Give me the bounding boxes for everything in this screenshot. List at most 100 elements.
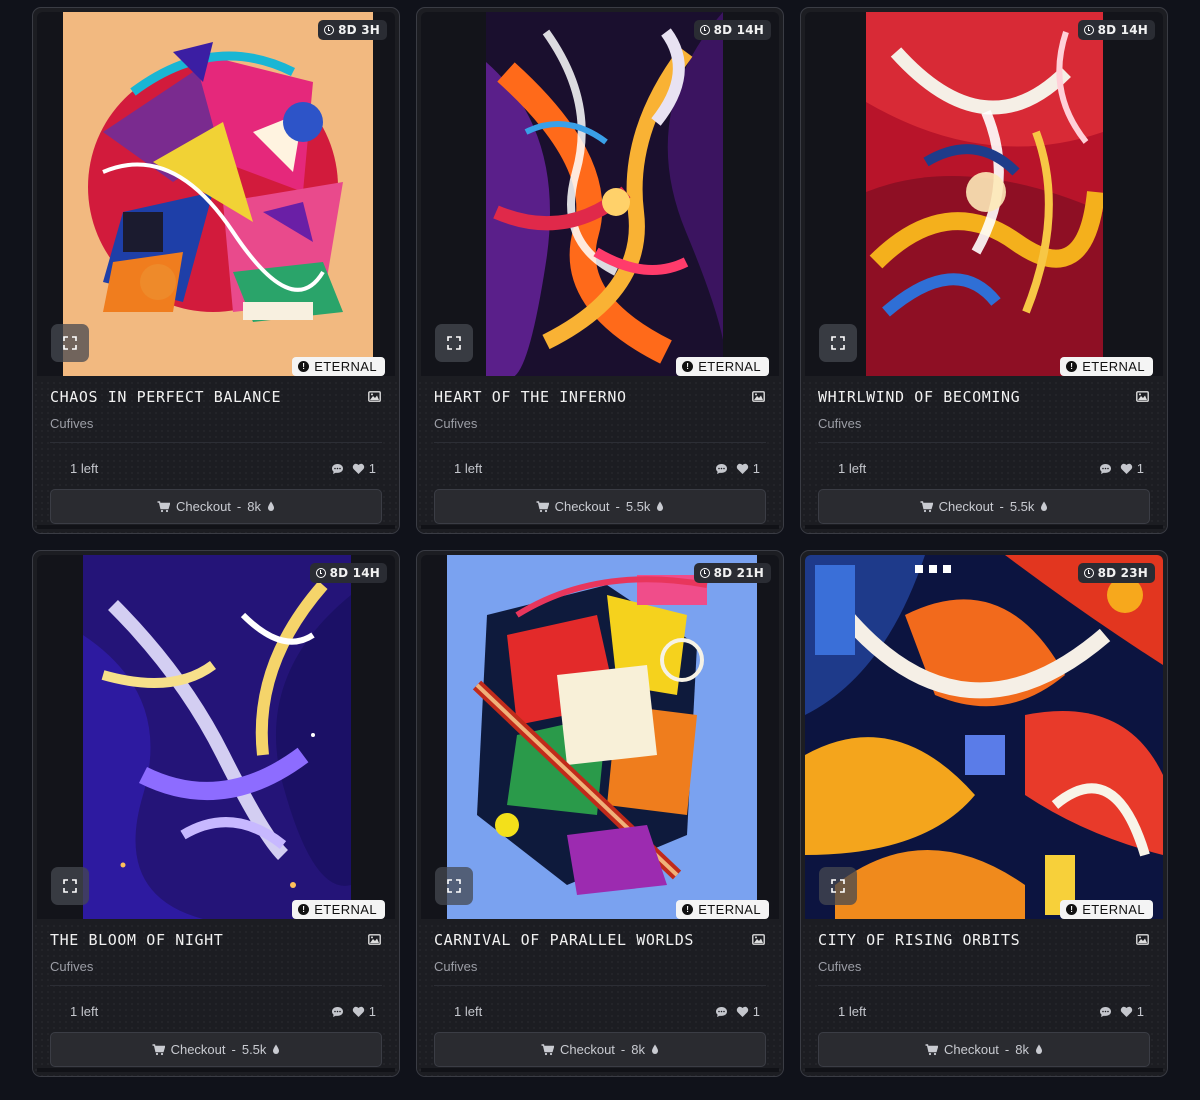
timer-text: 8D 14H: [713, 23, 764, 37]
artwork-card[interactable]: 8D 14H ! ETERNAL THE BLOOM OF NIGHT Cufiv…: [32, 550, 400, 1077]
divider: [818, 442, 1150, 443]
divider: [818, 985, 1150, 986]
checkout-button[interactable]: Checkout - 8k: [818, 1032, 1150, 1067]
clock-icon: [1083, 568, 1094, 578]
checkout-separator: -: [236, 499, 242, 514]
drop-icon: [1041, 501, 1048, 511]
artwork-card[interactable]: 8D 14H ! ETERNAL WHIRLWIND OF BECOMING Cu…: [800, 7, 1168, 534]
artwork-image[interactable]: [447, 555, 757, 919]
checkout-label: Checkout: [554, 499, 610, 514]
artwork-media[interactable]: 8D 14H: [805, 12, 1163, 376]
comment-icon[interactable]: [331, 1006, 344, 1018]
likes[interactable]: 1: [736, 1004, 760, 1019]
artwork-media[interactable]: 8D 23H: [805, 555, 1163, 919]
divider: [50, 985, 382, 986]
likes[interactable]: 1: [352, 461, 376, 476]
checkout-button[interactable]: Checkout - 5.5k: [818, 489, 1150, 524]
image-icon: [752, 934, 765, 945]
artwork-image[interactable]: [63, 12, 373, 376]
comment-icon[interactable]: [715, 463, 728, 475]
edition-badge: ! ETERNAL: [676, 900, 769, 919]
checkout-label: Checkout: [560, 1042, 615, 1057]
edition-badge: ! ETERNAL: [676, 357, 769, 376]
artwork-card[interactable]: 8D 14H ! ETERNAL HEART OF THE INFERNO Cuf…: [416, 7, 784, 534]
editions-left: 1 left: [838, 461, 867, 476]
checkout-separator: -: [620, 1042, 626, 1057]
card-footer-bar: [805, 1068, 1163, 1072]
artwork-card[interactable]: 8D 3H ! ETERNAL CHAOS IN PERFECT BALANCE …: [32, 7, 400, 534]
badge-text: ETERNAL: [1082, 902, 1145, 917]
artwork-title[interactable]: CARNIVAL OF PARALLEL WORLDS: [434, 931, 694, 949]
time-remaining: 8D 3H: [318, 20, 387, 40]
artwork-image[interactable]: [866, 12, 1103, 376]
expand-button[interactable]: [435, 867, 473, 905]
artwork-title[interactable]: CITY OF RISING ORBITS: [818, 931, 1020, 949]
editions-left: 1 left: [70, 461, 99, 476]
checkout-button[interactable]: Checkout - 8k: [434, 1032, 766, 1067]
checkout-button[interactable]: Checkout - 5.5k: [50, 1032, 382, 1067]
likes[interactable]: 1: [1120, 461, 1144, 476]
card-info: CARNIVAL OF PARALLEL WORLDS Cufives 1 le…: [417, 923, 783, 1076]
artwork-media[interactable]: 8D 14H: [421, 12, 779, 376]
artwork-title[interactable]: CHAOS IN PERFECT BALANCE: [50, 388, 281, 406]
drop-icon: [273, 1044, 280, 1054]
comment-icon[interactable]: [1099, 1006, 1112, 1018]
artwork-image[interactable]: [83, 555, 351, 919]
card-footer-bar: [421, 1068, 779, 1072]
heart-icon: [736, 1006, 748, 1017]
badge-text: ETERNAL: [314, 902, 377, 917]
expand-button[interactable]: [819, 324, 857, 362]
card-stats: 1: [715, 461, 760, 476]
likes-count: 1: [752, 461, 760, 476]
checkout-button[interactable]: Checkout - 5.5k: [434, 489, 766, 524]
artist-name[interactable]: Cufives: [818, 959, 861, 974]
likes[interactable]: 1: [736, 461, 760, 476]
comment-icon[interactable]: [1099, 463, 1112, 475]
cart-icon: [541, 1043, 554, 1055]
expand-button[interactable]: [435, 324, 473, 362]
artwork-image[interactable]: [486, 12, 723, 376]
time-remaining: 8D 23H: [1077, 563, 1155, 583]
artist-name[interactable]: Cufives: [434, 959, 477, 974]
image-icon: [752, 391, 765, 402]
checkout-separator: -: [615, 499, 620, 514]
artwork-title[interactable]: HEART OF THE INFERNO: [434, 388, 627, 406]
artist-name[interactable]: Cufives: [50, 416, 93, 431]
expand-icon: [63, 336, 77, 350]
expand-button[interactable]: [51, 324, 89, 362]
card-stats: 1: [715, 1004, 760, 1019]
artwork-title[interactable]: THE BLOOM OF NIGHT: [50, 931, 223, 949]
checkout-price: 5.5k: [241, 1042, 267, 1057]
artwork-card[interactable]: 8D 23H ! ETERNAL CITY OF RISING ORBITS Cu…: [800, 550, 1168, 1077]
eternal-icon: !: [682, 904, 694, 915]
artist-name[interactable]: Cufives: [434, 416, 477, 431]
artwork-media[interactable]: 8D 3H: [37, 12, 395, 376]
expand-button[interactable]: [51, 867, 89, 905]
comment-icon[interactable]: [331, 463, 344, 475]
artwork-media[interactable]: 8D 14H: [37, 555, 395, 919]
image-icon: [368, 934, 381, 945]
artwork-title[interactable]: WHIRLWIND OF BECOMING: [818, 388, 1020, 406]
checkout-separator: -: [1004, 1042, 1010, 1057]
likes[interactable]: 1: [1120, 1004, 1144, 1019]
checkout-price: 5.5k: [1009, 499, 1035, 514]
artwork-media[interactable]: 8D 21H: [421, 555, 779, 919]
artwork-image[interactable]: [805, 555, 1163, 919]
badge-text: ETERNAL: [698, 359, 761, 374]
card-stats: 1: [331, 1004, 376, 1019]
checkout-label: Checkout: [938, 499, 994, 514]
heart-icon: [1120, 463, 1132, 474]
editions-left: 1 left: [454, 461, 483, 476]
drop-icon: [268, 501, 274, 511]
artist-name[interactable]: Cufives: [50, 959, 93, 974]
divider: [50, 442, 382, 443]
card-info: WHIRLWIND OF BECOMING Cufives 1 left 1 C…: [801, 380, 1167, 533]
divider: [434, 985, 766, 986]
likes[interactable]: 1: [352, 1004, 376, 1019]
comment-icon[interactable]: [715, 1006, 728, 1018]
artwork-card[interactable]: 8D 21H ! ETERNAL CARNIVAL OF PARALLEL WOR…: [416, 550, 784, 1077]
expand-button[interactable]: [819, 867, 857, 905]
artist-name[interactable]: Cufives: [818, 416, 861, 431]
image-icon: [1136, 391, 1149, 402]
checkout-button[interactable]: Checkout - 8k: [50, 489, 382, 524]
